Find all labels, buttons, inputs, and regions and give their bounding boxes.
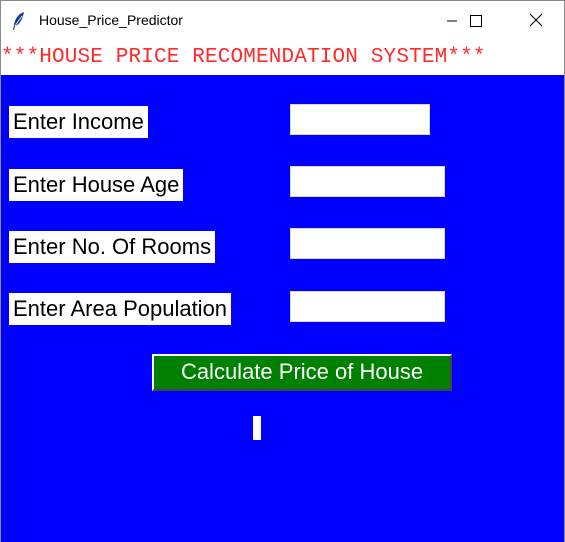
maximize-button[interactable] <box>453 1 499 41</box>
form-panel: Enter Income Enter House Age Enter No. O… <box>1 75 564 542</box>
header-banner: ***HOUSE PRICE RECOMENDATION SYSTEM*** <box>1 41 564 75</box>
result-label <box>253 416 261 440</box>
income-input[interactable] <box>290 104 430 135</box>
area-population-input[interactable] <box>290 291 445 322</box>
house-age-input[interactable] <box>290 166 445 197</box>
rooms-input[interactable] <box>290 228 445 259</box>
close-icon <box>529 12 543 31</box>
window-title: House_Price_Predictor <box>39 12 183 28</box>
area-population-label: Enter Area Population <box>9 293 232 325</box>
banner-title: ***HOUSE PRICE RECOMENDATION SYSTEM*** <box>1 46 486 69</box>
house-age-label: Enter House Age <box>9 169 184 201</box>
close-button[interactable] <box>513 1 559 41</box>
calculate-price-button[interactable]: Calculate Price of House <box>152 354 452 391</box>
title-bar[interactable]: House_Price_Predictor <box>1 1 564 41</box>
feather-icon <box>11 11 27 31</box>
maximize-icon <box>470 12 482 31</box>
rooms-label: Enter No. Of Rooms <box>9 231 216 263</box>
income-label: Enter Income <box>9 106 148 138</box>
app-window: House_Price_Predictor ***HOUSE PRICE REC… <box>0 0 565 542</box>
